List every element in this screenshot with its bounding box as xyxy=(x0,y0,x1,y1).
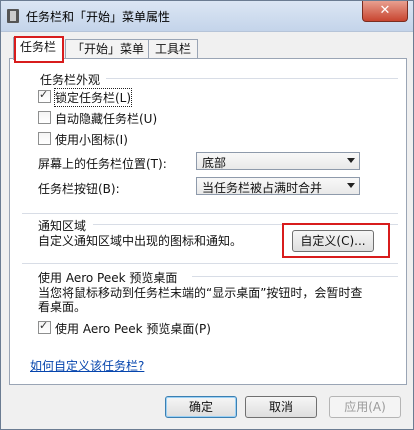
notification-group-title: 通知区域 xyxy=(38,219,87,233)
taskbar-location-select[interactable]: 底部 xyxy=(196,152,360,170)
taskbar-location-label: 屏幕上的任务栏位置(T): xyxy=(38,157,167,171)
aero-peek-checkbox[interactable] xyxy=(38,319,51,334)
notification-top-divider xyxy=(22,213,398,214)
taskbar-buttons-value: 当任务栏被占满时合并 xyxy=(202,181,323,195)
tab-toolbars[interactable]: 工具栏 xyxy=(148,39,199,59)
auto-hide-checkbox[interactable] xyxy=(38,111,51,124)
small-icons-checkbox[interactable] xyxy=(38,132,51,145)
aero-peek-group-title: 使用 Aero Peek 预览桌面 xyxy=(38,271,178,285)
tab-taskbar[interactable]: 任务栏 xyxy=(13,37,64,60)
properties-window: 任务栏和「开始」菜单属性 ✕ 任务栏 「开始」菜单 工具栏 任务栏外观 锁定任务… xyxy=(0,0,414,430)
apply-button[interactable]: 应用(A) xyxy=(329,396,401,418)
taskbar-buttons-select[interactable]: 当任务栏被占满时合并 xyxy=(196,177,360,195)
aero-top-divider xyxy=(22,263,398,264)
aero-peek-description: 当您将鼠标移动到任务栏末端的“显示桌面”按钮时，会暂时查看桌面。 xyxy=(38,286,363,314)
customize-button[interactable]: 自定义(C)... xyxy=(292,230,374,252)
taskbar-buttons-label: 任务栏按钮(B): xyxy=(38,182,120,196)
tab-bar: 任务栏 「开始」菜单 工具栏 xyxy=(9,37,407,60)
notification-divider xyxy=(93,224,398,225)
help-link[interactable]: 如何自定义该任务栏? xyxy=(30,357,144,374)
chevron-down-icon xyxy=(347,158,355,163)
ok-button[interactable]: 确定 xyxy=(165,396,237,418)
chevron-down-icon xyxy=(347,183,355,188)
auto-hide-label: 自动隐藏任务栏(U) xyxy=(55,112,158,126)
close-button[interactable]: ✕ xyxy=(362,1,408,22)
tab-panel: 任务栏外观 锁定任务栏(L) 自动隐藏任务栏(U) 使用小图标(I) 屏幕上的任… xyxy=(9,58,407,385)
cancel-button[interactable]: 取消 xyxy=(245,396,317,418)
small-icons-label: 使用小图标(I) xyxy=(55,133,128,147)
notification-description: 自定义通知区域中出现的图标和通知。 xyxy=(38,234,243,248)
title-bar[interactable]: 任务栏和「开始」菜单属性 ✕ xyxy=(1,1,413,32)
lock-taskbar-checkbox[interactable] xyxy=(38,88,51,103)
taskbar-location-value: 底部 xyxy=(202,156,227,170)
appearance-group-title: 任务栏外观 xyxy=(40,73,101,87)
tab-start-menu[interactable]: 「开始」菜单 xyxy=(65,39,152,59)
lock-taskbar-label: 锁定任务栏(L) xyxy=(53,88,133,107)
taskbar-app-icon xyxy=(7,9,19,23)
window-title: 任务栏和「开始」菜单属性 xyxy=(26,10,171,24)
appearance-divider xyxy=(106,78,398,79)
aero-peek-divider xyxy=(192,276,398,277)
aero-peek-label: 使用 Aero Peek 预览桌面(P) xyxy=(55,322,211,336)
